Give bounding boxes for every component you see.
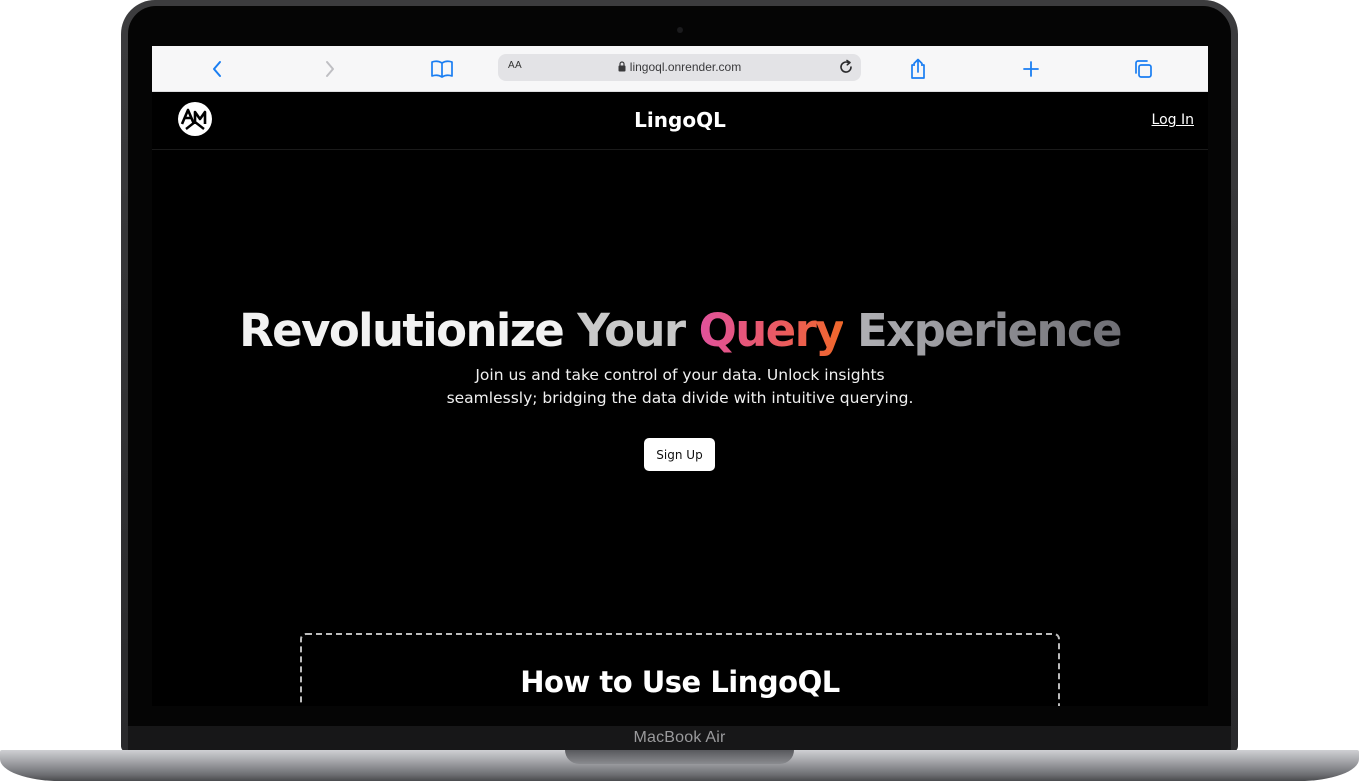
- new-tab-icon[interactable]: [1018, 56, 1044, 82]
- laptop-chin: MacBook Air: [128, 726, 1231, 750]
- hero-title-part2: Your: [577, 304, 686, 357]
- hero-subtitle-line2: seamlessly; bridging the data divide wit…: [446, 389, 914, 407]
- how-to-title: How to Use LingoQL: [520, 665, 840, 699]
- back-icon[interactable]: [204, 56, 230, 82]
- sign-up-button[interactable]: Sign Up: [644, 438, 715, 471]
- login-link[interactable]: Log In: [1152, 112, 1194, 128]
- tabs-icon[interactable]: [1130, 56, 1156, 82]
- brand-name: LingoQL: [634, 108, 726, 132]
- laptop-notch: [565, 750, 794, 764]
- site-header: LingoQL Log In: [152, 91, 1208, 150]
- forward-icon[interactable]: [317, 56, 343, 82]
- browser-screen: AA lingoql.onrender.com LingoQL Log In R…: [152, 46, 1208, 706]
- address-bar[interactable]: AA lingoql.onrender.com: [498, 54, 861, 81]
- model-label: MacBook Air: [633, 729, 726, 746]
- camera-dot: [677, 27, 683, 33]
- hero-subtitle-line1: Join us and take control of your data. U…: [475, 366, 885, 384]
- reload-icon[interactable]: [837, 58, 855, 81]
- share-icon[interactable]: [905, 56, 931, 82]
- bookmarks-icon[interactable]: [429, 56, 455, 82]
- hero-title: Revolutionize Your Query Experience: [152, 304, 1208, 357]
- hero-title-part1: Revolutionize: [239, 304, 565, 357]
- url-text: lingoql.onrender.com: [629, 60, 742, 74]
- hero-title-part3: Experience: [857, 304, 1122, 357]
- lock-icon: [618, 61, 626, 72]
- hero-subtitle: Join us and take control of your data. U…: [152, 364, 1208, 410]
- safari-toolbar: AA lingoql.onrender.com: [152, 46, 1208, 92]
- how-to-section: How to Use LingoQL: [300, 633, 1060, 706]
- hero-title-highlight: Query: [698, 304, 845, 357]
